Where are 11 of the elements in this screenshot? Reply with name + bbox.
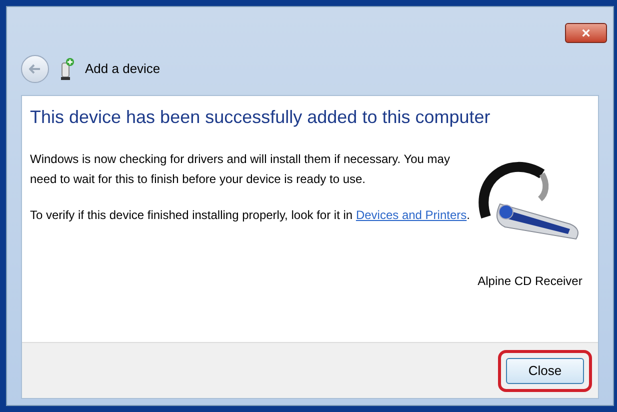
device-add-icon [59,57,75,81]
devices-link[interactable]: Devices and Printers [356,208,467,222]
device-name: Alpine CD Receiver [478,273,582,290]
nav-title: Add a device [85,60,160,78]
dialog-heading: This device has been successfully added to this computer [30,106,492,129]
message-paragraph: Windows is now checking for drivers and will install them if necessary. You may need to wait for this to finish before your device is ready to use. [30,151,451,188]
back-arrow-icon [29,64,41,74]
message-paragraph: To verify if this device finished installing properly, look for it in Devices and Printers. [30,207,470,224]
back-button[interactable] [21,55,49,83]
close-button[interactable]: × [565,23,607,43]
close-dialog-button[interactable]: Close [506,358,584,384]
